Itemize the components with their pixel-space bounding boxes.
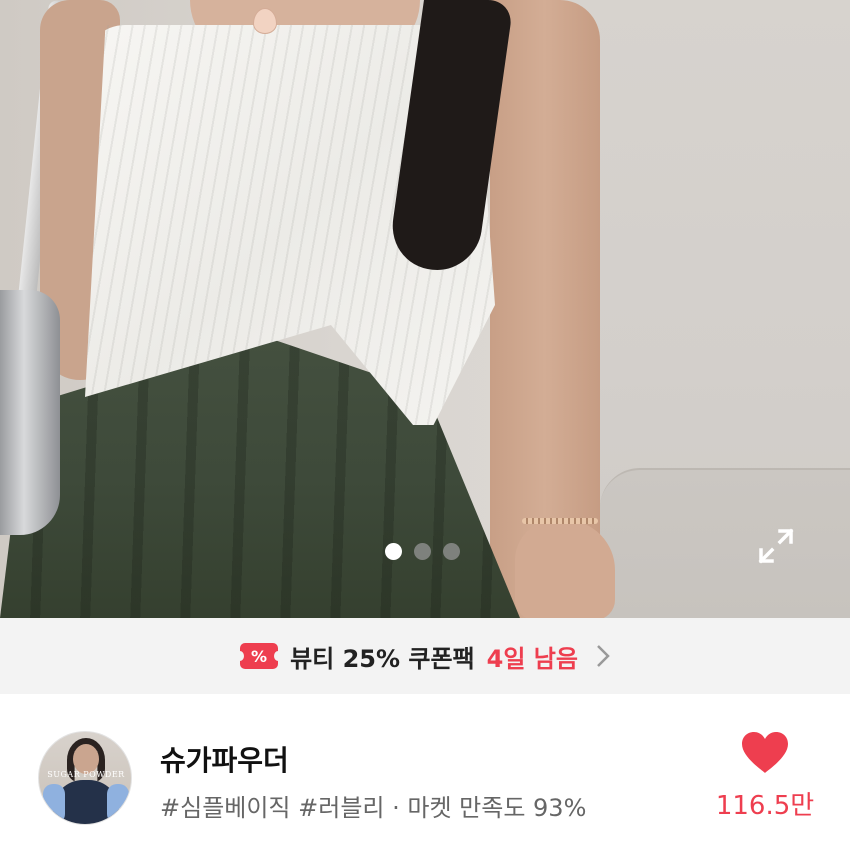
seller-tags-rating: #심플베이직 #러블리 · 마켓 만족도 93% bbox=[160, 794, 587, 822]
like-count: 116.5만 bbox=[715, 791, 815, 821]
photo-ledge bbox=[600, 468, 850, 618]
coupon-banner-content: % 뷰티 25% 쿠폰팩 4일 남음 bbox=[236, 639, 610, 674]
seller-info: SUGAR POWDER 슈가파우더 #심플베이직 #러블리 · 마켓 만족도 … bbox=[0, 694, 850, 850]
coupon-banner[interactable]: % 뷰티 25% 쿠폰팩 4일 남음 bbox=[0, 618, 850, 694]
avatar-sleeve bbox=[107, 784, 129, 824]
seller-name[interactable]: 슈가파우더 bbox=[160, 739, 289, 779]
heart-icon bbox=[742, 732, 788, 773]
photo-pendant bbox=[253, 8, 277, 34]
chevron-right-icon bbox=[597, 645, 610, 667]
carousel-dot[interactable] bbox=[414, 543, 431, 560]
product-photo[interactable] bbox=[0, 0, 850, 618]
carousel-dot[interactable] bbox=[443, 543, 460, 560]
seller-avatar[interactable]: SUGAR POWDER bbox=[38, 731, 132, 825]
coupon-label: 뷰티 25% 쿠폰팩 bbox=[290, 644, 475, 673]
expand-icon bbox=[758, 528, 794, 564]
photo-bracelet bbox=[522, 518, 598, 524]
carousel-dot-active[interactable] bbox=[385, 543, 402, 560]
coupon-remaining: 4일 남음 bbox=[486, 644, 578, 673]
avatar-logo-text: SUGAR POWDER bbox=[47, 770, 125, 779]
like-button[interactable]: 116.5만 bbox=[700, 731, 830, 831]
photo-bag bbox=[0, 290, 60, 535]
avatar-sleeve bbox=[43, 784, 65, 824]
photo-hand bbox=[515, 520, 615, 618]
fullscreen-button[interactable] bbox=[752, 522, 800, 570]
coupon-ticket-icon: % bbox=[236, 643, 283, 669]
carousel-indicator bbox=[385, 543, 460, 560]
